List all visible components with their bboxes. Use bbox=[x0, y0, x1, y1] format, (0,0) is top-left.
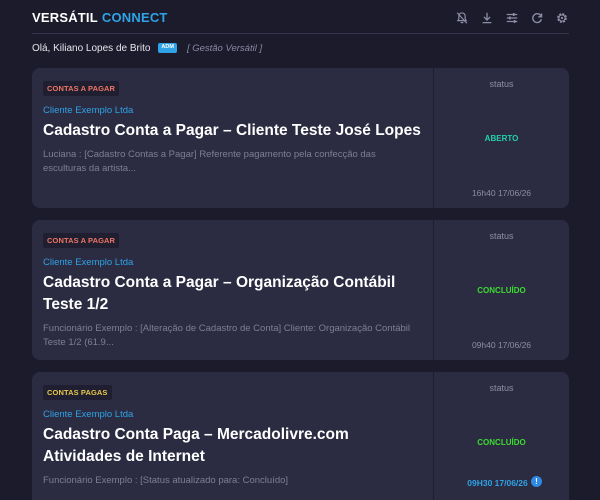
ticket-description: Funcionário Exemplo : [Status atualizado… bbox=[43, 475, 289, 486]
ticket-content: CONTAS A PAGAR Cliente Exemplo Ltda Cada… bbox=[32, 68, 433, 208]
status-label: status bbox=[489, 383, 514, 393]
status-label: status bbox=[489, 79, 514, 89]
ticket-timestamp: 09H30 17/06/26 bbox=[467, 478, 528, 488]
ticket-status-panel: status CONCLUÍDO 09H30 17/06/26 ! bbox=[433, 372, 569, 500]
brand-logo[interactable]: VERSÁTIL CONNECT bbox=[32, 8, 168, 25]
download-icon bbox=[482, 12, 492, 23]
status-value: ABERTO bbox=[484, 134, 519, 143]
user-greeting: Olá, Kiliano Lopes de Brito bbox=[32, 42, 151, 54]
ticket-status-panel: status CONCLUÍDO 09h40 17/06/26 bbox=[433, 220, 569, 360]
bell-off-icon bbox=[456, 11, 468, 24]
sliders-icon bbox=[506, 12, 518, 23]
ticket-card[interactable]: CONTAS A PAGAR Cliente Exemplo Ltda Cada… bbox=[32, 220, 569, 360]
client-name[interactable]: Cliente Exemplo Ltda bbox=[43, 257, 421, 268]
status-label: status bbox=[489, 231, 514, 241]
category-tag: CONTAS A PAGAR bbox=[43, 233, 120, 248]
ticket-description: Funcionário Exemplo : [Alteração de Cada… bbox=[43, 323, 411, 348]
download-button[interactable] bbox=[480, 11, 494, 25]
ticket-description: Luciana : [Cadastro Contas a Pagar] Refe… bbox=[43, 149, 376, 174]
ticket-content: CONTAS A PAGAR Cliente Exemplo Ltda Cada… bbox=[32, 220, 433, 360]
category-tag: CONTAS PAGAS bbox=[43, 385, 112, 400]
ticket-title[interactable]: Cadastro Conta Paga – Mercadolivre.com A… bbox=[43, 424, 421, 468]
ticket-content: CONTAS PAGAS Cliente Exemplo Ltda Cadast… bbox=[32, 372, 433, 500]
ticket-title[interactable]: Cadastro Conta a Pagar – Cliente Teste J… bbox=[43, 120, 421, 142]
client-name[interactable]: Cliente Exemplo Ltda bbox=[43, 409, 421, 420]
client-name[interactable]: Cliente Exemplo Ltda bbox=[43, 105, 421, 116]
status-value: CONCLUÍDO bbox=[477, 438, 526, 447]
ticket-card[interactable]: CONTAS A PAGAR Cliente Exemplo Ltda Cada… bbox=[32, 68, 569, 208]
status-value: CONCLUÍDO bbox=[477, 286, 526, 295]
toolbar bbox=[455, 9, 569, 25]
brand-name: VERSÁTIL bbox=[32, 10, 98, 25]
ticket-timestamp: 09h40 17/06/26 bbox=[471, 340, 532, 350]
notifications-off-button[interactable] bbox=[455, 11, 469, 25]
refresh-button[interactable] bbox=[530, 11, 544, 25]
refresh-icon bbox=[532, 12, 543, 23]
role-badge: ADM bbox=[158, 43, 177, 53]
ticket-title[interactable]: Cadastro Conta a Pagar – Organização Con… bbox=[43, 272, 421, 316]
brand-suffix: CONNECT bbox=[101, 10, 168, 25]
ticket-list: CONTAS A PAGAR Cliente Exemplo Ltda Cada… bbox=[32, 68, 569, 500]
settings-button[interactable] bbox=[555, 11, 569, 25]
user-info: Olá, Kiliano Lopes de Brito ADM [ Gestão… bbox=[32, 34, 569, 62]
gear-icon bbox=[557, 12, 567, 23]
alert-icon[interactable]: ! bbox=[531, 476, 542, 487]
ticket-timestamp: 16h40 17/06/26 bbox=[471, 188, 532, 198]
ticket-card[interactable]: CONTAS PAGAS Cliente Exemplo Ltda Cadast… bbox=[32, 372, 569, 500]
organization-label[interactable]: [ Gestão Versátil ] bbox=[187, 43, 262, 54]
filters-button[interactable] bbox=[505, 11, 519, 25]
category-tag: CONTAS A PAGAR bbox=[43, 81, 120, 96]
header: VERSÁTIL CONNECT bbox=[32, 0, 569, 34]
app-root: VERSÁTIL CONNECT Olá, Kiliano Lopes de B… bbox=[0, 0, 600, 500]
ticket-status-panel: status ABERTO 16h40 17/06/26 bbox=[433, 68, 569, 208]
